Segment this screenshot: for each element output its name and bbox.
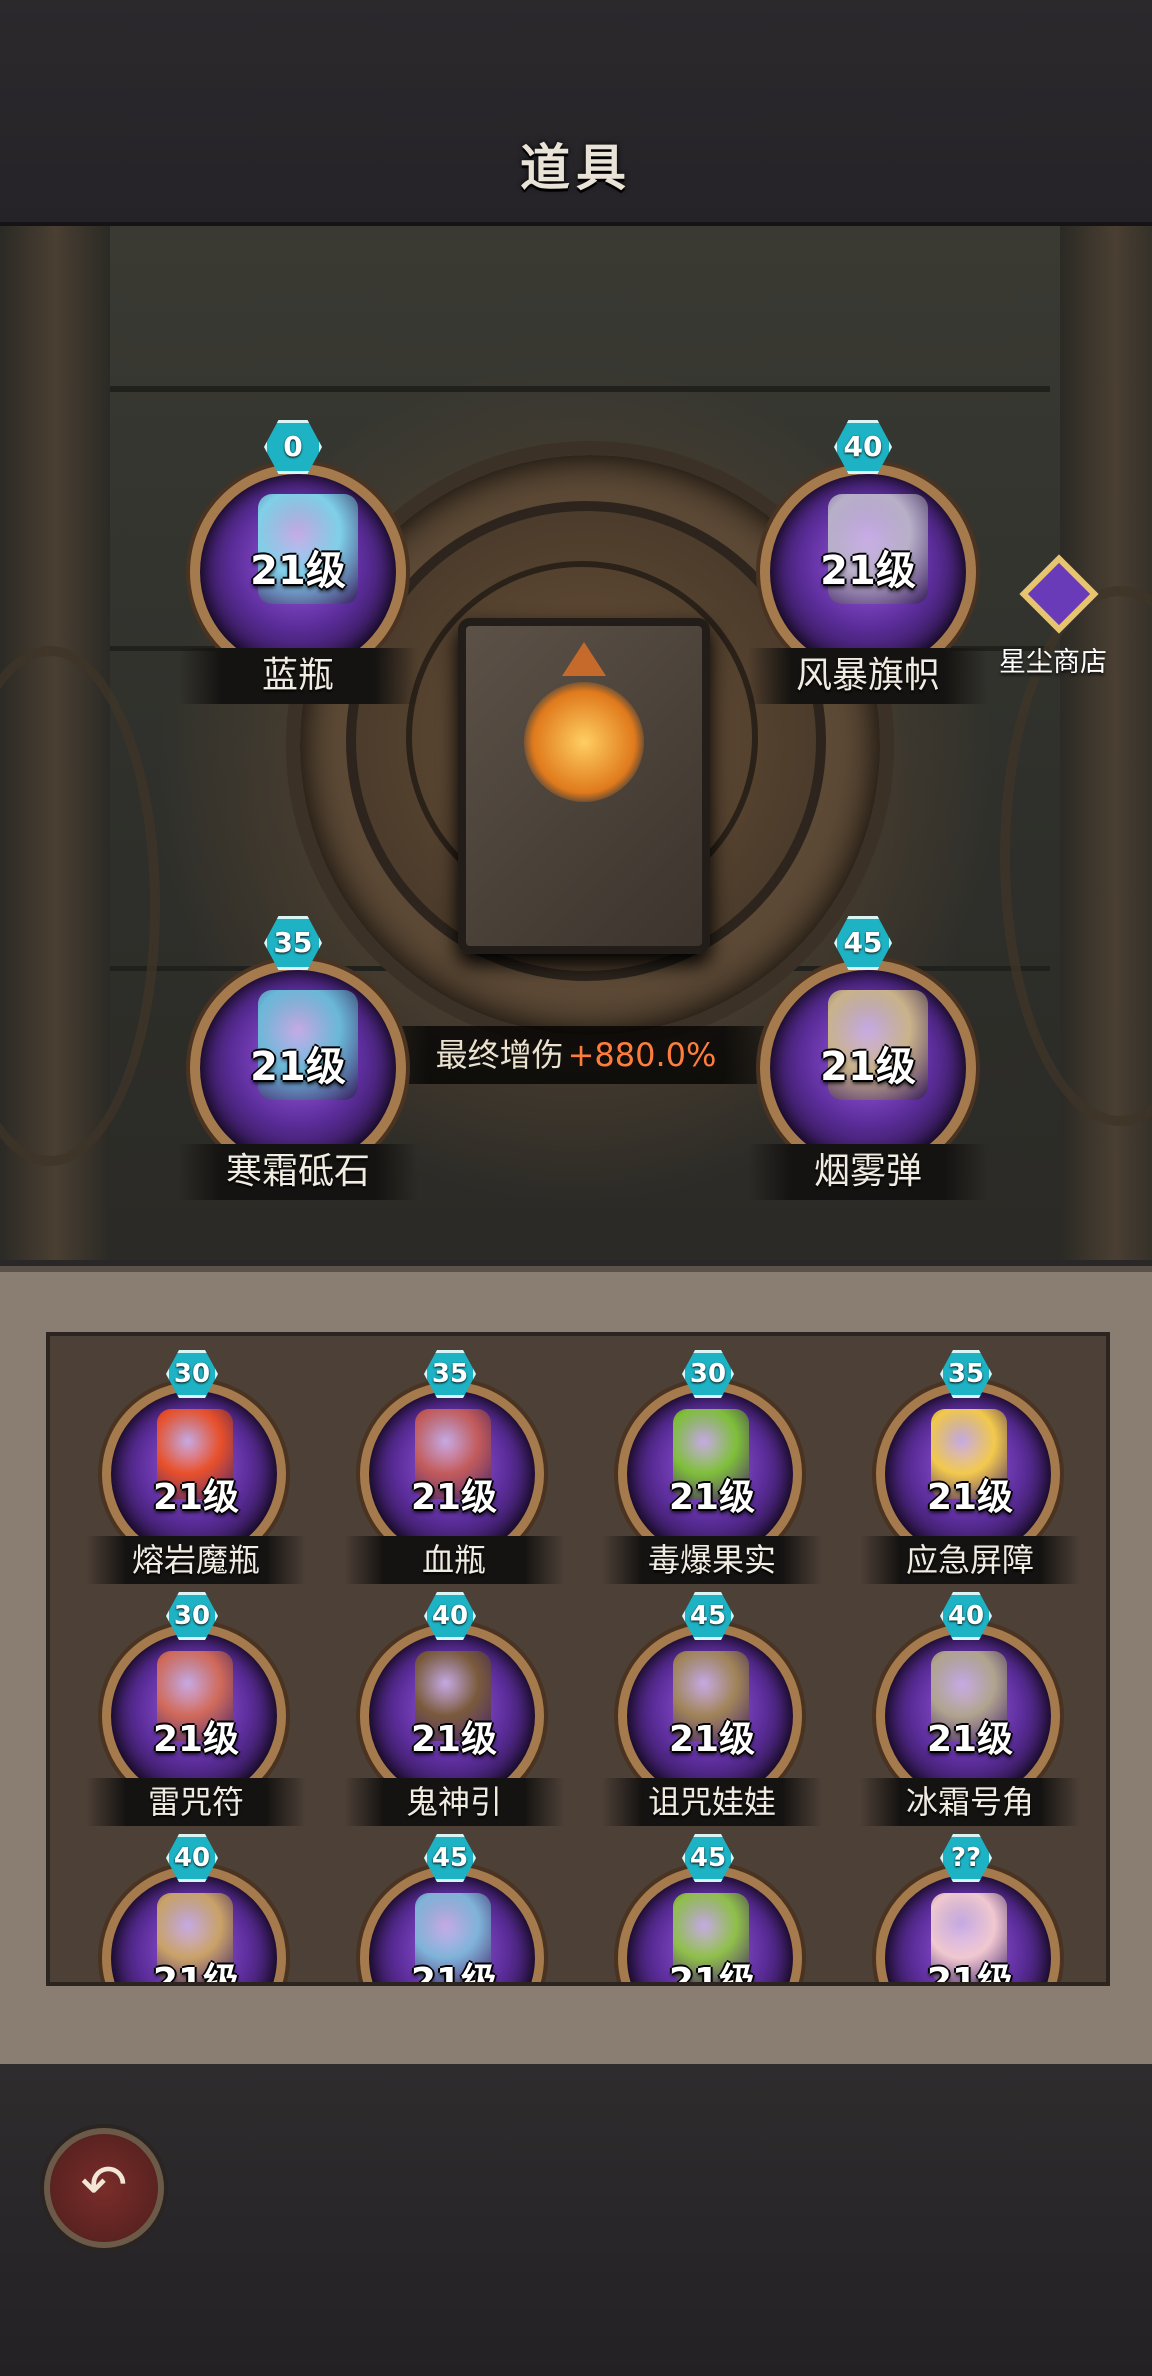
inventory-item[interactable]: 35 21级 血瓶 <box>344 1350 564 1586</box>
eye-triangle-icon <box>562 642 606 676</box>
boost-label: 最终增伤 <box>435 1036 564 1074</box>
page-title: 道具 <box>520 139 632 197</box>
equipped-slot[interactable]: 40 21级 风暴旗帜 <box>748 420 988 720</box>
inventory-item[interactable]: 30 21级 毒爆果实 <box>602 1350 822 1586</box>
item-level: 21级 <box>668 1477 756 1518</box>
item-name: 毒爆果实 <box>602 1536 822 1584</box>
item-level: 21级 <box>152 1477 240 1518</box>
item-level: 21级 <box>926 1961 1014 1986</box>
inventory-item[interactable]: 30 21级 熔岩魔瓶 <box>86 1350 306 1586</box>
top-bar: 道具 <box>0 0 1152 226</box>
item-level: 21级 <box>668 1719 756 1760</box>
item-level: 21级 <box>410 1961 498 1986</box>
item-level: 21级 <box>926 1719 1014 1760</box>
equipped-slot[interactable]: 0 21级 蓝瓶 <box>178 420 418 720</box>
inventory-item[interactable]: 40 21级 <box>86 1834 306 1986</box>
vine-decoration <box>0 646 160 1166</box>
winged-gem-icon <box>1007 544 1099 636</box>
item-name: 烟雾弹 <box>748 1144 988 1200</box>
inventory-item[interactable]: 45 21级 <box>602 1834 822 1986</box>
shop-label: 星尘商店 <box>999 647 1107 678</box>
item-level: 21级 <box>152 1719 240 1760</box>
item-level: 21级 <box>250 548 346 594</box>
item-level: 21级 <box>250 1044 346 1090</box>
inventory-item[interactable]: 40 21级 冰霜号角 <box>860 1592 1080 1828</box>
inventory-item[interactable]: 45 21级 诅咒娃娃 <box>602 1592 822 1828</box>
rune-glow-icon <box>524 682 644 802</box>
inventory-item[interactable]: 45 21级 <box>344 1834 564 1986</box>
inventory-item[interactable]: ?? 21级 <box>860 1834 1080 1986</box>
back-arrow-icon: ↶ <box>80 2153 128 2218</box>
inventory-item[interactable]: 40 21级 鬼神引 <box>344 1592 564 1828</box>
wall-crack <box>110 386 1050 392</box>
item-level: 21级 <box>152 1961 240 1986</box>
inventory-item[interactable]: 35 21级 应急屏障 <box>860 1350 1080 1586</box>
item-level: 21级 <box>410 1719 498 1760</box>
item-level: 21级 <box>820 548 916 594</box>
equipment-stage: 最终增伤 +880.0% 星尘商店 0 21级 蓝瓶 40 21级 风暴旗帜 35… <box>0 226 1152 1260</box>
inventory-grid[interactable]: 30 21级 熔岩魔瓶 35 21级 血瓶 30 21级 毒爆果实 35 21级… <box>46 1332 1110 1986</box>
back-button[interactable]: ↶ <box>44 2128 164 2248</box>
item-name: 鬼神引 <box>344 1778 564 1826</box>
item-name: 血瓶 <box>344 1536 564 1584</box>
item-name: 诅咒娃娃 <box>602 1778 822 1826</box>
equipped-slot[interactable]: 35 21级 寒霜砥石 <box>178 916 418 1216</box>
inventory-item[interactable]: 30 21级 雷咒符 <box>86 1592 306 1828</box>
spell-book[interactable] <box>458 618 710 954</box>
item-level: 21级 <box>668 1961 756 1986</box>
item-name: 熔岩魔瓶 <box>86 1536 306 1584</box>
item-name: 蓝瓶 <box>178 648 418 704</box>
item-name: 雷咒符 <box>86 1778 306 1826</box>
boost-value: +880.0% <box>567 1036 717 1074</box>
item-name: 风暴旗帜 <box>748 648 988 704</box>
item-level: 21级 <box>410 1477 498 1518</box>
item-name: 应急屏障 <box>860 1536 1080 1584</box>
item-level: 21级 <box>926 1477 1014 1518</box>
gem-icon <box>1019 554 1099 634</box>
inventory-panel: 30 21级 熔岩魔瓶 35 21级 血瓶 30 21级 毒爆果实 35 21级… <box>0 1266 1152 2070</box>
item-name: 寒霜砥石 <box>178 1144 418 1200</box>
equipped-slot[interactable]: 45 21级 烟雾弹 <box>748 916 988 1216</box>
stardust-shop-button[interactable]: 星尘商店 <box>978 544 1128 679</box>
bottom-bar <box>0 2064 1152 2376</box>
item-level: 21级 <box>820 1044 916 1090</box>
item-name: 冰霜号角 <box>860 1778 1080 1826</box>
